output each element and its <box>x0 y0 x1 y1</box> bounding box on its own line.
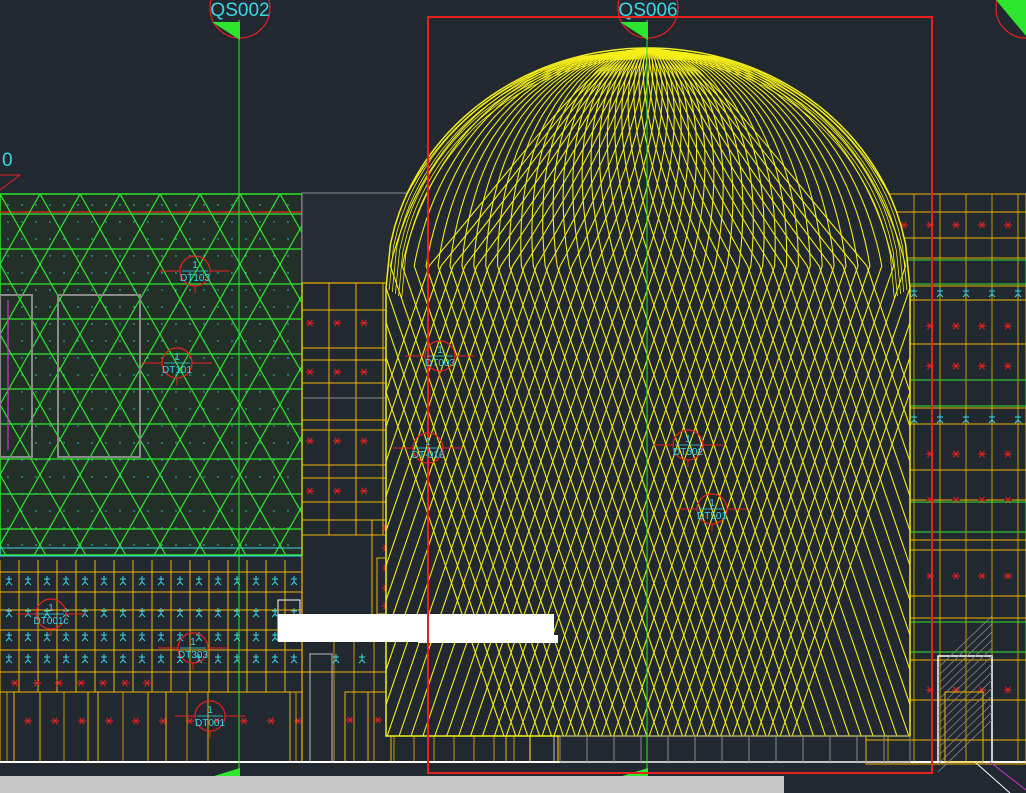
tag-code: DT003 <box>425 358 455 369</box>
tag-number: 1 <box>190 637 196 648</box>
tag-number: 1 <box>207 705 213 716</box>
tag-number: 1 <box>709 498 715 509</box>
tag-number: 1 <box>192 260 198 271</box>
grid-label-qs002: QS002 <box>210 0 269 21</box>
tag-code: DT001c <box>33 616 68 627</box>
tag-code: DT001 <box>195 718 225 729</box>
tag-number: 1 <box>437 345 443 356</box>
tag-code: DT-016 <box>412 450 445 461</box>
white-canopy-lower <box>418 635 558 643</box>
tag-code: DT103 <box>180 273 210 284</box>
command-line-bar[interactable] <box>0 776 784 793</box>
grid-label-edge: 0 <box>2 150 13 171</box>
tag-code: DT101 <box>162 365 192 376</box>
tag-number: 1 <box>174 352 180 363</box>
tag-code: DT501 <box>697 511 727 522</box>
tag-code: DT502 <box>673 447 703 458</box>
tag-number: 1 <box>48 603 54 614</box>
tag-number: 1 <box>425 437 431 448</box>
tag-code: DT303 <box>178 650 208 661</box>
cad-drawing-canvas[interactable]: QS002 QS006 0 1 DT103 1 DT101 1 DT003 1 DT-016 1… <box>0 0 1026 793</box>
tag-number: 1 <box>685 434 691 445</box>
